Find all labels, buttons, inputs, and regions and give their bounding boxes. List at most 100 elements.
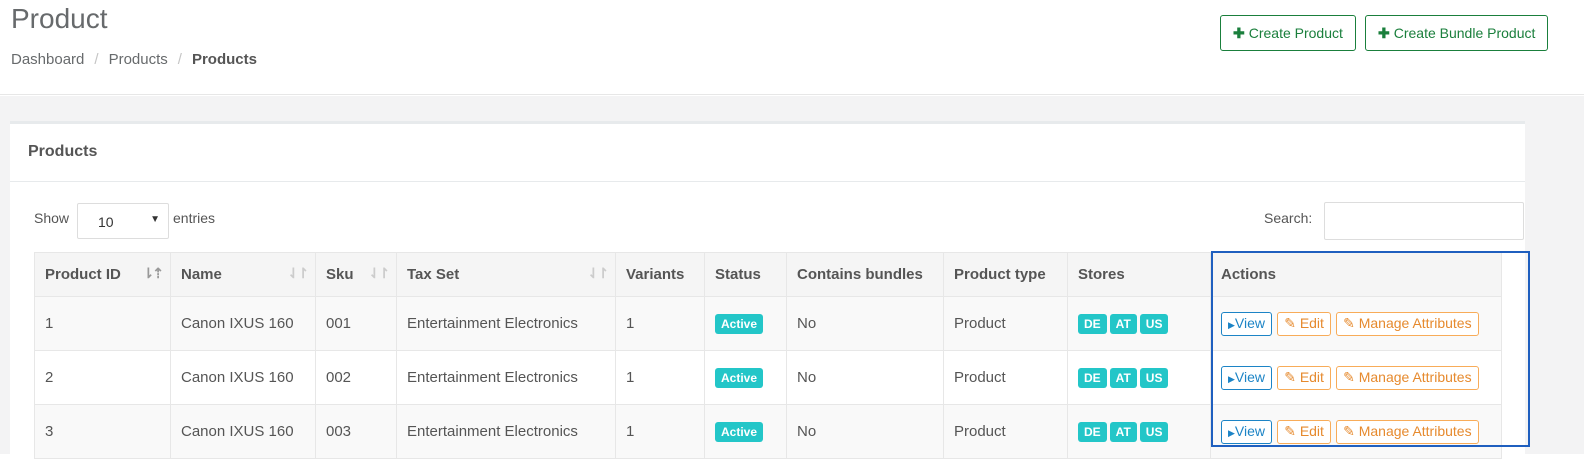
cell-contains-bundles-value: No — [797, 315, 817, 332]
th-label: Stores — [1078, 266, 1125, 283]
cell-tax-set: Entertainment Electronics — [396, 404, 616, 459]
edit-icon: ✎ — [1284, 368, 1300, 385]
edit-button[interactable]: ✎ Edit — [1277, 419, 1331, 444]
cell-status: Active — [704, 296, 787, 351]
show-label: Show — [34, 210, 70, 226]
cell-tax-set-value: Entertainment Electronics — [407, 423, 578, 440]
cell-actions: ▶View ✎ Edit ✎ Manage Attributes — [1210, 404, 1502, 459]
store-badge: US — [1139, 367, 1169, 388]
th-label: Variants — [626, 266, 685, 283]
edit-button[interactable]: ✎ Edit — [1277, 365, 1331, 390]
th-stores: Stores — [1067, 252, 1211, 297]
th-name[interactable]: Name ⇃↾ — [170, 252, 316, 297]
breadcrumb-separator: / — [177, 51, 182, 68]
sort-icon: ⇃↾ — [368, 265, 391, 281]
th-label: Sku — [326, 266, 354, 283]
cell-variants: 1 — [615, 404, 705, 459]
search-input[interactable] — [1324, 202, 1524, 240]
cell-contains-bundles: No — [786, 296, 944, 351]
sort-icon: ⇃↾ — [287, 265, 310, 281]
breadcrumb-products[interactable]: Products — [109, 51, 168, 68]
store-badge: AT — [1109, 313, 1137, 334]
plus-icon: ✚ — [1233, 24, 1245, 41]
cell-name-value: Canon IXUS 160 — [181, 369, 294, 386]
cell-name-value: Canon IXUS 160 — [181, 315, 294, 332]
cell-name-value: Canon IXUS 160 — [181, 423, 294, 440]
cell-name: Canon IXUS 160 — [170, 296, 316, 351]
th-label: Tax Set — [407, 266, 460, 283]
th-tax-set[interactable]: Tax Set ⇃↾ — [396, 252, 616, 297]
cell-contains-bundles: No — [786, 350, 944, 405]
create-bundle-label: Create Bundle Product — [1393, 25, 1536, 41]
products-panel: Products Show 10 ▼ entries Search: Produ… — [10, 121, 1525, 459]
entries-select[interactable]: 10 ▼ — [77, 203, 169, 239]
breadcrumb-current: Products — [191, 51, 257, 68]
manage-attributes-button[interactable]: ✎ Manage Attributes — [1336, 419, 1479, 444]
view-label: View — [1234, 368, 1266, 385]
edit-icon: ✎ — [1343, 422, 1359, 439]
cell-actions: ▶View ✎ Edit ✎ Manage Attributes — [1210, 296, 1502, 351]
cell-sku-value: 002 — [326, 369, 352, 386]
cell-name: Canon IXUS 160 — [170, 404, 316, 459]
th-product-id[interactable]: Product ID ⇂⇡ — [34, 252, 171, 297]
products-table: Product ID ⇂⇡ Name ⇃↾ Sku ⇃↾ Tax Set ⇃↾ Vari… — [34, 252, 1502, 459]
caret-down-icon: ▼ — [150, 214, 160, 225]
status-badge: Active — [715, 367, 764, 388]
manage-attributes-button[interactable]: ✎ Manage Attributes — [1336, 311, 1479, 336]
view-button[interactable]: ▶View — [1221, 311, 1273, 336]
breadcrumb-dashboard[interactable]: Dashboard — [11, 51, 84, 68]
manage-attributes-label: Manage Attributes — [1358, 314, 1472, 331]
th-contains-bundles: Contains bundles — [786, 252, 944, 297]
th-variants: Variants — [615, 252, 705, 297]
cell-tax-set: Entertainment Electronics — [396, 296, 616, 351]
table-row: 2 Canon IXUS 160 002 Entertainment Electron… — [34, 350, 1502, 405]
manage-attributes-label: Manage Attributes — [1358, 368, 1472, 385]
th-status: Status — [704, 252, 787, 297]
plus-icon: ✚ — [1378, 24, 1390, 41]
store-badge: US — [1139, 313, 1169, 334]
th-label: Status — [715, 266, 761, 283]
edit-button[interactable]: ✎ Edit — [1277, 311, 1331, 336]
cell-product-type-value: Product — [954, 423, 1006, 440]
cell-status: Active — [704, 404, 787, 459]
edit-icon: ✎ — [1343, 314, 1359, 331]
sort-asc-icon: ⇂⇡ — [142, 265, 165, 281]
create-bundle-product-button[interactable]: ✚ Create Bundle Product — [1365, 15, 1549, 51]
create-product-button[interactable]: ✚ Create Product — [1220, 15, 1356, 51]
th-label: Product type — [954, 266, 1046, 283]
manage-attributes-button[interactable]: ✎ Manage Attributes — [1336, 365, 1479, 390]
sort-icon: ⇃↾ — [587, 265, 610, 281]
cell-product-id: 2 — [34, 350, 171, 405]
cell-contains-bundles-value: No — [797, 423, 817, 440]
table-row: 1 Canon IXUS 160 001 Entertainment Electron… — [34, 296, 1502, 351]
cell-actions: ▶View ✎ Edit ✎ Manage Attributes — [1210, 350, 1502, 405]
cell-name: Canon IXUS 160 — [170, 350, 316, 405]
create-product-label: Create Product — [1248, 25, 1343, 41]
view-button[interactable]: ▶View — [1221, 365, 1273, 390]
status-badge: Active — [715, 313, 764, 334]
cell-product-id-value: 2 — [45, 369, 54, 386]
cell-product-type: Product — [943, 296, 1068, 351]
manage-attributes-label: Manage Attributes — [1358, 422, 1472, 439]
edit-icon: ✎ — [1343, 368, 1359, 385]
store-badge: AT — [1109, 367, 1137, 388]
entries-label: entries — [173, 210, 216, 226]
th-sku[interactable]: Sku ⇃↾ — [315, 252, 397, 297]
view-label: View — [1234, 314, 1266, 331]
cell-product-id-value: 3 — [45, 423, 54, 440]
th-label: Product ID — [45, 266, 121, 283]
edit-label: Edit — [1299, 314, 1324, 331]
cell-product-type: Product — [943, 404, 1068, 459]
cell-sku-value: 003 — [326, 423, 352, 440]
cell-product-id: 3 — [34, 404, 171, 459]
cell-contains-bundles: No — [786, 404, 944, 459]
entries-value: 10 — [98, 214, 114, 230]
cell-product-type: Product — [943, 350, 1068, 405]
th-label: Actions — [1221, 266, 1277, 283]
view-button[interactable]: ▶View — [1221, 419, 1273, 444]
store-badge: US — [1139, 421, 1169, 442]
cell-tax-set-value: Entertainment Electronics — [407, 315, 578, 332]
cell-variants: 1 — [615, 296, 705, 351]
panel-title: Products — [28, 143, 98, 160]
cell-variants-value: 1 — [626, 369, 635, 386]
